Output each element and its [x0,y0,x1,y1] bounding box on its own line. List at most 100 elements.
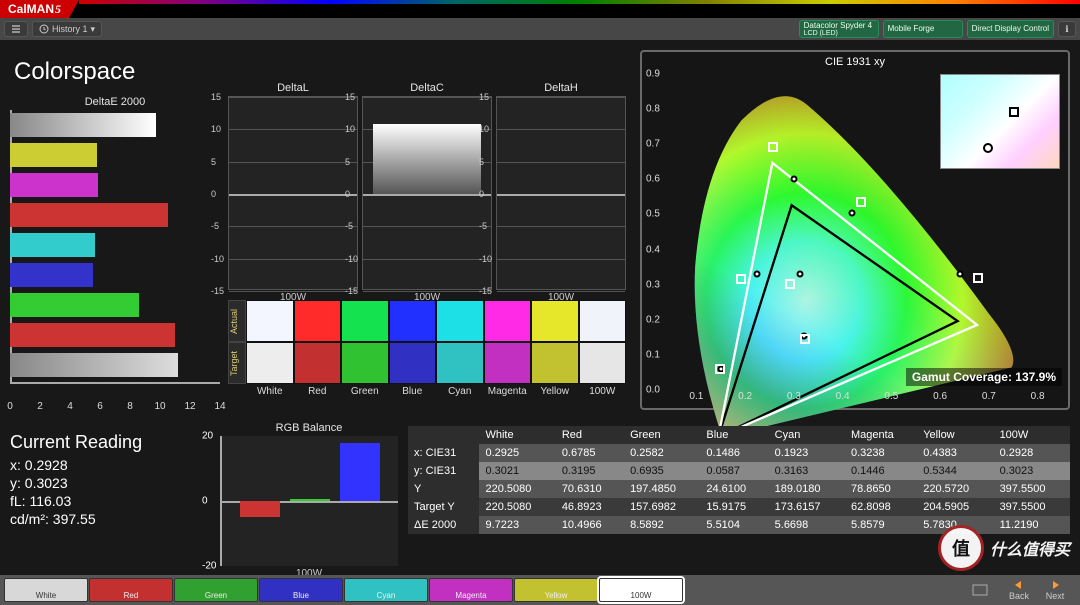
brand-corner [69,0,79,18]
x-tick: 0 [7,401,13,412]
deltae-bar [10,233,95,257]
rgb-bar [240,501,280,517]
swatch-actual-label: Actual [228,300,246,342]
instrument-line1: Datacolor Spyder 4 [804,22,874,30]
table-cell: 24.6100 [700,480,768,498]
table-cell: 197.4850 [624,480,700,498]
inset-marker [1009,107,1019,117]
color-tab[interactable]: White [4,578,88,602]
table-row[interactable]: y: CIE310.30210.31950.69350.05870.31630.… [408,462,1070,480]
x-tick: 0.1 [689,391,703,402]
instrument-button[interactable]: Mobile Forge [883,20,963,38]
cie-chart: CIE 1931 xy [640,50,1070,410]
table-cell: 0.1446 [845,462,917,480]
brand-suffix: 5 [55,2,61,17]
table-header[interactable]: White [479,426,555,444]
table-header[interactable]: Cyan [769,426,845,444]
table-row[interactable]: Y220.508070.6310197.485024.6100189.01807… [408,480,1070,498]
table-header[interactable]: Blue [700,426,768,444]
x-tick: 0.2 [738,391,752,402]
spectrum-bar [79,0,1080,4]
table-cell: 0.6935 [624,462,700,480]
color-tab[interactable]: Yellow [514,578,598,602]
y-tick: 0.9 [646,69,660,80]
table-header[interactable]: Magenta [845,426,917,444]
toolbar: History 1 ▾ Datacolor Spyder 4LCD (LED) M… [0,18,1080,40]
table-row[interactable]: x: CIE310.29250.67850.25820.14860.19230.… [408,444,1070,462]
swatch-label: Magenta [484,384,532,397]
help-button[interactable]: ℹ [1058,21,1076,37]
mini-chart: DeltaH151050-5-10-15100W [496,82,626,303]
y-tick: 5 [211,157,216,167]
swatch-actual [246,300,294,342]
x-tick: 12 [184,401,195,412]
table-cell: 46.8923 [556,498,624,516]
color-swatches: Actual Target WhiteRedGreenBlueCyanMagen… [228,300,626,397]
table-row[interactable]: Target Y220.508046.8923157.698215.917517… [408,498,1070,516]
swatch-target [579,342,627,384]
deltae-bar [10,173,98,197]
nav-open[interactable] [963,584,997,596]
deltae-bar [10,263,93,287]
y-tick: 0.8 [646,104,660,115]
table-cell: 220.5080 [479,498,555,516]
menu-button[interactable] [4,21,28,37]
current-reading: Current Reading x: 0.2928y: 0.3023fL: 11… [10,432,142,529]
y-tick: 0.4 [646,244,660,255]
gamut-coverage: Gamut Coverage: 137.9% [906,368,1062,386]
menu-icon [972,584,988,596]
row-label: Y [408,480,479,498]
next-button[interactable]: Next [1038,579,1072,601]
table-cell: 189.0180 [769,480,845,498]
row-label: ΔE 2000 [408,516,479,534]
back-label: Back [1009,591,1029,601]
history-button[interactable]: History 1 ▾ [32,21,102,37]
color-tab[interactable]: Magenta [429,578,513,602]
reading-label: fL: [10,493,26,509]
y-tick: 0.2 [646,314,660,325]
table-cell: 70.6310 [556,480,624,498]
table-header[interactable]: Red [556,426,624,444]
back-button[interactable]: Back [1002,579,1036,601]
table-header[interactable]: Green [624,426,700,444]
row-label: y: CIE31 [408,462,479,480]
mini-bar [373,124,481,194]
swatch-label: Cyan [436,384,484,397]
swatch-actual [294,300,342,342]
table-cell: 204.5905 [917,498,993,516]
table-cell: 5.6698 [769,516,845,534]
data-table[interactable]: WhiteRedGreenBlueCyanMagentaYellow100Wx:… [408,426,1070,534]
instrument-button[interactable]: Direct Display Control [967,20,1054,38]
brand-logo: CalMAN5 [0,0,69,18]
color-tab[interactable]: Blue [259,578,343,602]
instrument-button[interactable]: Datacolor Spyder 4LCD (LED) [799,20,879,38]
table-header[interactable] [408,426,479,444]
table-cell: 0.3238 [845,444,917,462]
table-cell: 0.3163 [769,462,845,480]
instrument-line1: Mobile Forge [888,25,958,33]
row-label: Target Y [408,498,479,516]
table-cell: 173.6157 [769,498,845,516]
table-cell: 62.8098 [845,498,917,516]
table-header[interactable]: Yellow [917,426,993,444]
cie-target-point [754,271,761,278]
reading-value: 0.3023 [25,475,68,491]
cie-target-point [797,271,804,278]
y-tick: 15 [479,92,489,102]
table-cell: 0.3021 [479,462,555,480]
rgb-bar [340,443,380,502]
table-cell: 0.5344 [917,462,993,480]
table-header[interactable]: 100W [994,426,1070,444]
color-tab[interactable]: 100W [599,578,683,602]
y-tick: -5 [345,221,353,231]
color-tab[interactable]: Red [89,578,173,602]
table-cell: 0.4383 [917,444,993,462]
rgb-balance-chart: RGB Balance 200-20 100W [220,422,398,579]
table-cell: 0.2928 [994,444,1070,462]
x-tick: 10 [154,401,165,412]
color-tab[interactable]: Cyan [344,578,428,602]
table-cell: 5.8579 [845,516,917,534]
reading-label: y: [10,475,21,491]
swatch-target-label: Target [228,342,246,384]
color-tab[interactable]: Green [174,578,258,602]
